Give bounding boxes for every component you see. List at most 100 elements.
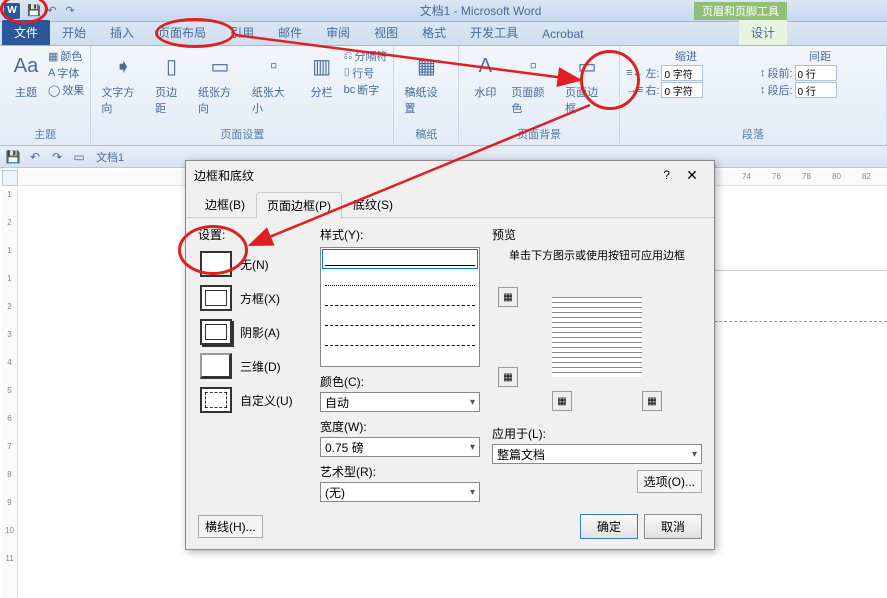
indent-heading: 缩进 — [626, 48, 746, 64]
style-dotted[interactable] — [325, 272, 475, 286]
page-color-button[interactable]: ▫页面颜色 — [507, 48, 559, 118]
apply-to-combo[interactable]: 整篇文档 — [492, 444, 702, 464]
indent-right-icon: →≡ — [626, 84, 643, 96]
ruler-tick: 11 — [2, 554, 17, 563]
setting-custom[interactable]: 自定义(U) — [198, 383, 308, 417]
watermark-button[interactable]: A水印 — [465, 48, 505, 102]
spacing-heading: 间距 — [760, 48, 880, 64]
style-dashed-2[interactable] — [325, 312, 475, 326]
size-button[interactable]: ▫纸张大小 — [248, 48, 300, 118]
columns-button[interactable]: ▥分栏 — [302, 48, 342, 102]
margins-button[interactable]: ▯页边距 — [151, 48, 192, 118]
help-icon[interactable]: ? — [655, 168, 678, 182]
grid-settings-button[interactable]: ▦稿纸设置 — [400, 48, 452, 118]
watermark-icon: A — [469, 50, 501, 82]
redo-icon[interactable]: ↷ — [62, 3, 78, 19]
tab-shading[interactable]: 底纹(S) — [342, 191, 404, 217]
vertical-ruler[interactable]: 1211234567891011 — [2, 190, 18, 598]
preview-page — [552, 297, 642, 377]
close-icon[interactable]: ✕ — [678, 165, 706, 185]
breaks-button[interactable]: ⎌分隔符 — [344, 48, 388, 64]
tab-mailings[interactable]: 邮件 — [266, 20, 314, 45]
tab-developer[interactable]: 开发工具 — [458, 20, 530, 45]
shadow-icon — [200, 319, 232, 345]
indent-left-input[interactable] — [661, 65, 703, 81]
tab-file[interactable]: 文件 — [2, 20, 50, 45]
style-dashdot[interactable] — [325, 332, 475, 346]
tab-format[interactable]: 格式 — [410, 20, 458, 45]
color-combo[interactable]: 自动 — [320, 392, 480, 412]
grid-icon: ▦ — [410, 50, 442, 82]
space-after-input[interactable] — [795, 82, 837, 98]
contextual-tab-label: 页眉和页脚工具 — [694, 2, 787, 20]
ruler-tick: 8 — [2, 470, 17, 479]
tab-view[interactable]: 视图 — [362, 20, 410, 45]
indent-right-input[interactable] — [661, 82, 703, 98]
themes-label: 主题 — [15, 84, 37, 100]
options-button[interactable]: 选项(O)... — [637, 470, 702, 493]
ruler-tick: 7 — [2, 442, 17, 451]
border-top-button[interactable]: ▦ — [498, 287, 518, 307]
undo-icon[interactable]: ↶ — [44, 3, 60, 19]
space-before-input[interactable] — [795, 65, 837, 81]
tab-page-border[interactable]: 页面边框(P) — [256, 192, 342, 218]
space-before-icon: ↕ — [760, 67, 766, 79]
setting-shadow[interactable]: 阴影(A) — [198, 315, 308, 349]
art-combo[interactable]: (无) — [320, 482, 480, 502]
preview-icon[interactable]: ▭ — [70, 148, 88, 166]
tab-references[interactable]: 引用 — [218, 20, 266, 45]
undo-icon[interactable]: ↶ — [26, 148, 44, 166]
indent-right-label: 右: — [645, 82, 659, 98]
style-dashed[interactable] — [325, 292, 475, 306]
page-borders-button[interactable]: ▭页面边框 — [561, 48, 613, 118]
theme-colors-button[interactable]: ▦颜色 — [48, 48, 84, 64]
tab-design[interactable]: 设计 — [739, 20, 787, 45]
hyphenation-button[interactable]: bc断字 — [344, 82, 388, 98]
tab-acrobat[interactable]: Acrobat — [530, 23, 595, 45]
width-combo[interactable]: 0.75 磅 — [320, 437, 480, 457]
style-listbox[interactable] — [320, 247, 480, 367]
ruler-corner[interactable] — [2, 170, 18, 186]
redo-icon[interactable]: ↷ — [48, 148, 66, 166]
border-right-button[interactable]: ▦ — [642, 391, 662, 411]
style-solid[interactable] — [325, 252, 475, 266]
ruler-tick: 1 — [2, 246, 17, 255]
ruler-tick: 5 — [2, 386, 17, 395]
group-paragraph: 缩进 ≡←左: →≡右: 间距 ↕段前: ↕段后: 段落 — [620, 46, 887, 145]
threed-icon — [200, 353, 232, 379]
tab-home[interactable]: 开始 — [50, 20, 98, 45]
save-icon[interactable]: 💾 — [4, 148, 22, 166]
cancel-button[interactable]: 取消 — [644, 514, 702, 539]
dialog-titlebar: 边框和底纹 ? ✕ — [186, 161, 714, 189]
setting-3d[interactable]: 三维(D) — [198, 349, 308, 383]
tab-page-layout[interactable]: 页面布局 — [146, 20, 218, 45]
border-left-button[interactable]: ▦ — [552, 391, 572, 411]
ruler-tick: 74 — [742, 172, 751, 181]
tab-insert[interactable]: 插入 — [98, 20, 146, 45]
theme-effects-button[interactable]: ◯效果 — [48, 82, 84, 98]
horizontal-line-button[interactable]: 横线(H)... — [198, 515, 263, 538]
ok-button[interactable]: 确定 — [580, 514, 638, 539]
orientation-button[interactable]: ▭纸张方向 — [194, 48, 246, 118]
group-themes-label: 主题 — [6, 125, 84, 143]
text-direction-button[interactable]: ➧文字方向 — [97, 48, 149, 118]
group-themes: Aa 主题 ▦颜色 A字体 ◯效果 主题 — [0, 46, 91, 145]
setting-none[interactable]: 无(N) — [198, 247, 308, 281]
space-after-label: 段后: — [767, 82, 792, 98]
breaks-icon: ⎌ — [344, 50, 353, 63]
indent-left-icon: ≡← — [626, 67, 643, 79]
text-direction-icon: ➧ — [107, 50, 139, 82]
line-numbers-button[interactable]: ⌷行号 — [344, 65, 388, 81]
ruler-tick: 4 — [2, 358, 17, 367]
border-bottom-button[interactable]: ▦ — [498, 367, 518, 387]
setting-box[interactable]: 方框(X) — [198, 281, 308, 315]
tab-review[interactable]: 审阅 — [314, 20, 362, 45]
theme-fonts-button[interactable]: A字体 — [48, 65, 84, 81]
size-icon: ▫ — [258, 50, 290, 82]
themes-button[interactable]: Aa 主题 — [6, 48, 46, 102]
ruler-tick: 1 — [2, 274, 17, 283]
tab-borders[interactable]: 边框(B) — [194, 191, 256, 217]
ruler-tick: 10 — [2, 526, 17, 535]
save-icon[interactable]: 💾 — [26, 3, 42, 19]
group-page-setup-label: 页面设置 — [97, 125, 387, 143]
